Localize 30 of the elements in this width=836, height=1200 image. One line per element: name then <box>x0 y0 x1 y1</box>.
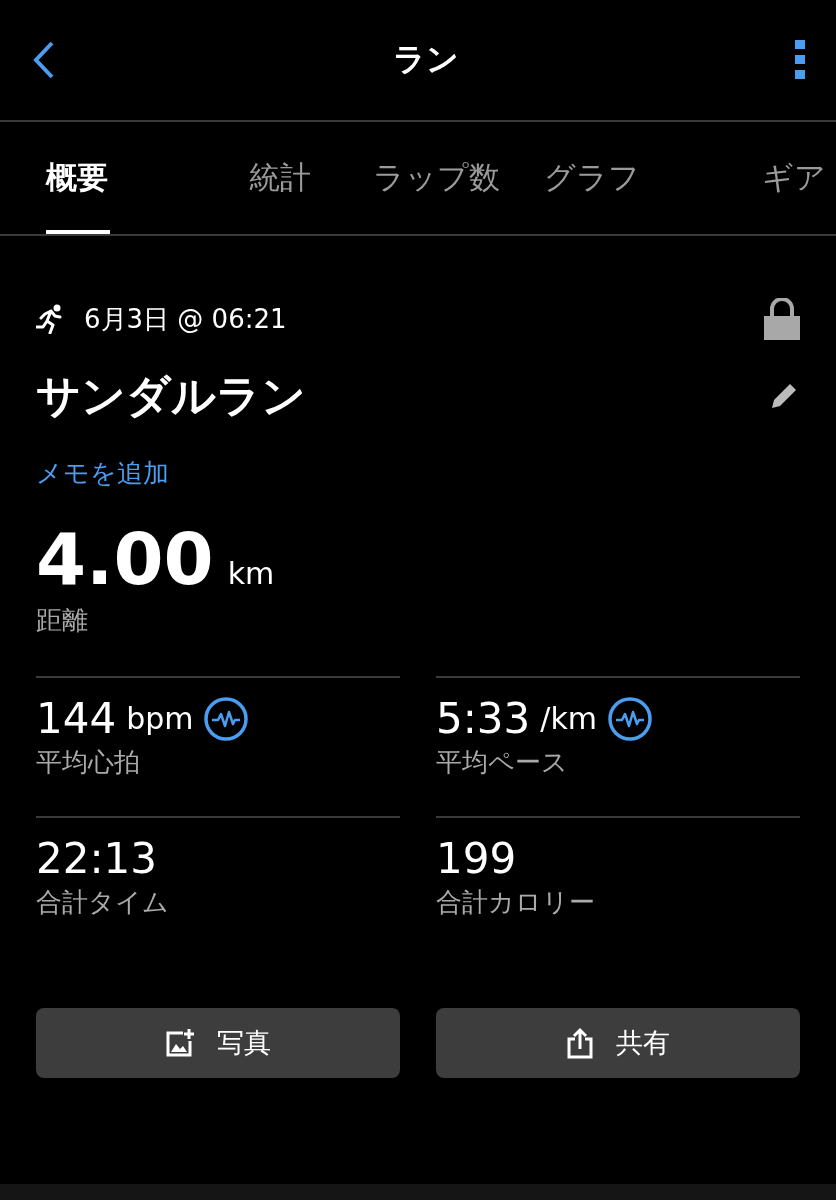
tab[interactable]: ギア <box>670 122 826 234</box>
stat-label: 合計タイム <box>36 886 169 919</box>
tab[interactable]: 統計 <box>202 122 358 234</box>
stat-label: 合計カロリー <box>436 886 595 919</box>
share-icon <box>566 1027 594 1059</box>
screen-title: ラン <box>393 39 459 80</box>
stat-value: 22:13 <box>36 834 158 883</box>
stat-value: 199 <box>436 834 517 883</box>
distance-value: 4.00 <box>36 517 214 601</box>
stat-unit: bpm <box>126 701 194 736</box>
stat-label: 平均ペース <box>436 746 568 779</box>
photo-button[interactable]: 写真 <box>36 1008 400 1078</box>
tab[interactable]: 概要 <box>30 122 202 234</box>
share-button[interactable]: 共有 <box>436 1008 800 1078</box>
stat-label: 平均心拍 <box>36 746 140 779</box>
chart-icon[interactable] <box>607 695 654 742</box>
add-note-link[interactable]: メモを追加 <box>36 456 169 491</box>
distance-label: 距離 <box>36 604 88 637</box>
stat-value: 5:33 <box>436 694 531 743</box>
activity-datetime: 6月3日 @ 06:21 <box>84 302 287 336</box>
activity-name: サンダルラン <box>36 368 306 423</box>
tab[interactable]: ラップ数 <box>358 122 514 234</box>
distance-unit: km <box>227 556 275 591</box>
more-menu-icon[interactable] <box>794 40 806 80</box>
stat-unit: /km <box>540 701 598 736</box>
stat-value: 144 <box>36 694 117 743</box>
tab[interactable]: グラフ <box>514 122 670 234</box>
add-photo-icon <box>165 1028 195 1058</box>
lock-icon[interactable] <box>764 298 800 340</box>
chart-icon[interactable] <box>203 695 250 742</box>
